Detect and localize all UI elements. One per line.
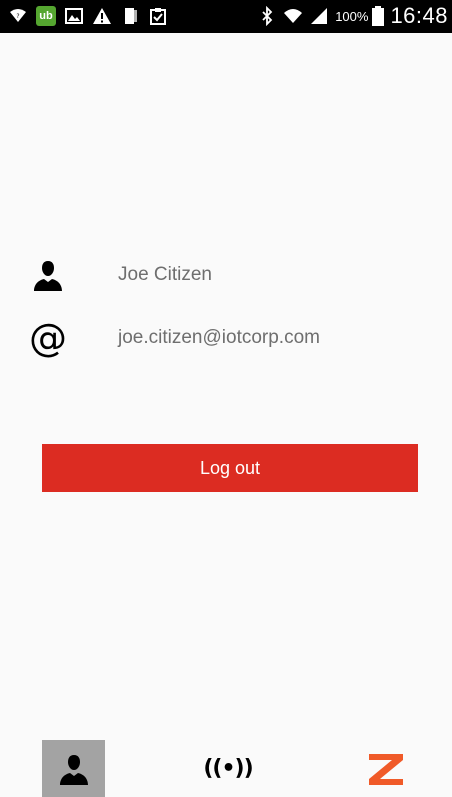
status-bar: ? ub 100% 16:48 — [0, 0, 452, 33]
profile-name: Joe Citizen — [118, 264, 212, 285]
person-icon — [28, 255, 68, 295]
bottom-nav: ((•)) — [0, 740, 452, 797]
nav-item-brand[interactable] — [356, 740, 416, 797]
ub-app-icon: ub — [36, 6, 56, 26]
person-icon — [57, 752, 91, 786]
svg-text:?: ? — [16, 13, 19, 20]
at-symbol: @ — [29, 316, 67, 360]
profile-email-row: @ joe.citizen@iotcorp.com — [0, 313, 452, 363]
bluetooth-icon — [257, 6, 277, 26]
clock: 16:48 — [390, 3, 448, 28]
signal-icon — [309, 6, 329, 26]
image-icon — [64, 6, 84, 26]
notification-icons: ? ub — [8, 5, 168, 27]
wifi-icon: ? — [8, 6, 28, 26]
wifi-icon — [283, 6, 303, 26]
nav-item-broadcast[interactable]: ((•)) — [198, 740, 258, 797]
profile-name-row: Joe Citizen — [0, 250, 452, 300]
broadcast-icon: ((•)) — [203, 756, 253, 781]
warning-icon — [92, 6, 112, 26]
battery-percent: 100% — [335, 8, 369, 24]
nav-item-profile[interactable] — [42, 740, 105, 797]
battery-icon — [372, 6, 385, 26]
sim-icon — [120, 6, 140, 26]
system-icons: 100% 16:48 — [257, 3, 448, 28]
brand-z-logo-icon — [366, 751, 406, 787]
at-sign-icon: @ — [28, 318, 68, 358]
profile-email: joe.citizen@iotcorp.com — [118, 327, 320, 348]
clipboard-check-icon — [148, 6, 168, 26]
logout-button[interactable]: Log out — [42, 444, 418, 492]
